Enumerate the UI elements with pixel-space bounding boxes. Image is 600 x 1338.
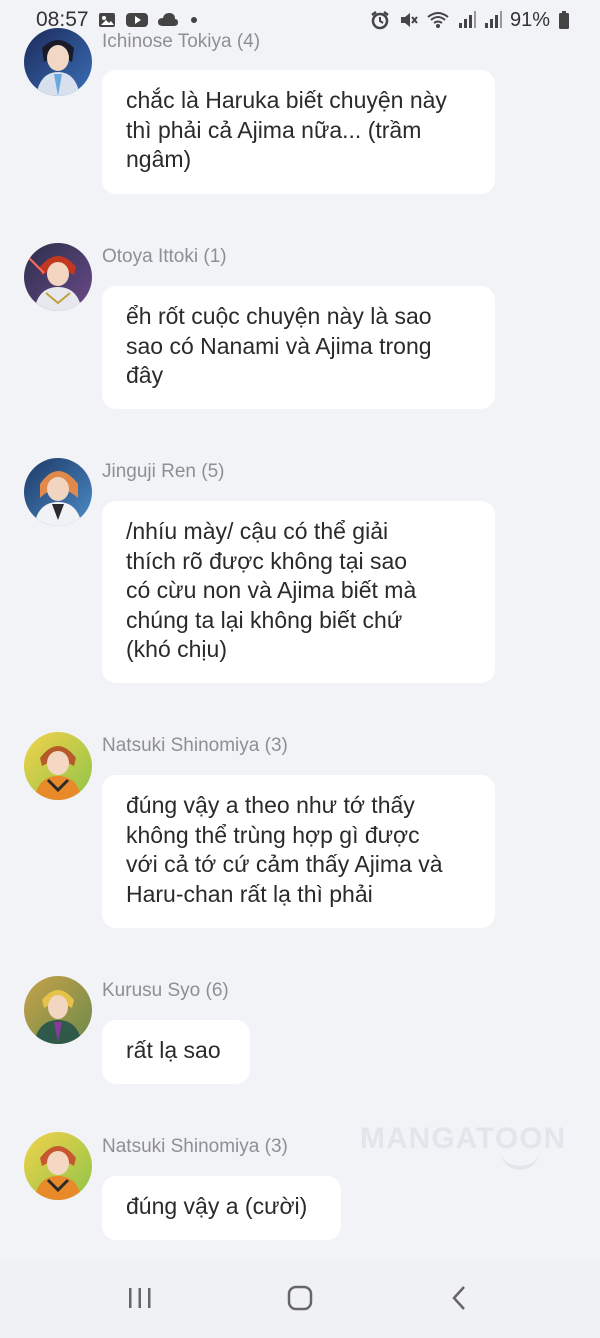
signal-2-icon bbox=[484, 10, 502, 30]
avatar[interactable] bbox=[24, 732, 92, 800]
wifi-icon bbox=[426, 10, 450, 30]
sender-name: Jinguji Ren (5) bbox=[102, 461, 225, 482]
avatar[interactable] bbox=[24, 243, 92, 311]
sender-name: Otoya Ittoki (1) bbox=[102, 246, 227, 267]
home-button[interactable] bbox=[270, 1270, 330, 1330]
battery-icon bbox=[558, 10, 570, 30]
navigation-bar bbox=[0, 1262, 600, 1338]
message-bubble[interactable]: đúng vậy a (cười) bbox=[102, 1176, 341, 1240]
alarm-icon bbox=[370, 10, 390, 30]
sender-name: Ichinose Tokiya (4) bbox=[102, 31, 261, 52]
status-bar: 08:57 91% bbox=[0, 0, 600, 40]
youtube-icon bbox=[125, 10, 149, 30]
mute-icon bbox=[398, 10, 418, 30]
battery-percent: 91% bbox=[509, 8, 550, 31]
message-bubble[interactable]: chắc là Haruka biết chuyện này thì phải … bbox=[102, 70, 495, 194]
sender-name: Kurusu Syo (6) bbox=[102, 980, 229, 1001]
avatar[interactable] bbox=[24, 1132, 92, 1200]
recents-button[interactable] bbox=[110, 1270, 170, 1330]
avatar[interactable] bbox=[24, 976, 92, 1044]
signal-icon bbox=[458, 10, 476, 30]
message-bubble[interactable]: /nhíu mày/ cậu có thể giải thích rõ được… bbox=[102, 501, 495, 683]
avatar[interactable] bbox=[24, 28, 92, 96]
message-bubble[interactable]: rất lạ sao bbox=[102, 1020, 250, 1084]
back-button[interactable] bbox=[430, 1270, 490, 1330]
gallery-icon bbox=[97, 10, 117, 30]
home-icon bbox=[286, 1284, 314, 1317]
avatar[interactable] bbox=[24, 458, 92, 526]
cloud-icon bbox=[157, 10, 179, 30]
message-bubble[interactable]: đúng vậy a theo như tớ thấy không thể tr… bbox=[102, 775, 495, 928]
message-bubble[interactable]: ểh rốt cuộc chuyện này là sao sao có Nan… bbox=[102, 286, 495, 409]
recents-icon bbox=[126, 1284, 154, 1317]
back-icon bbox=[446, 1284, 474, 1317]
sender-name: Natsuki Shinomiya (3) bbox=[102, 735, 288, 756]
sender-name: Natsuki Shinomiya (3) bbox=[102, 1136, 288, 1157]
notification-dot-icon bbox=[190, 17, 197, 23]
watermark-smile-icon bbox=[500, 1150, 540, 1170]
